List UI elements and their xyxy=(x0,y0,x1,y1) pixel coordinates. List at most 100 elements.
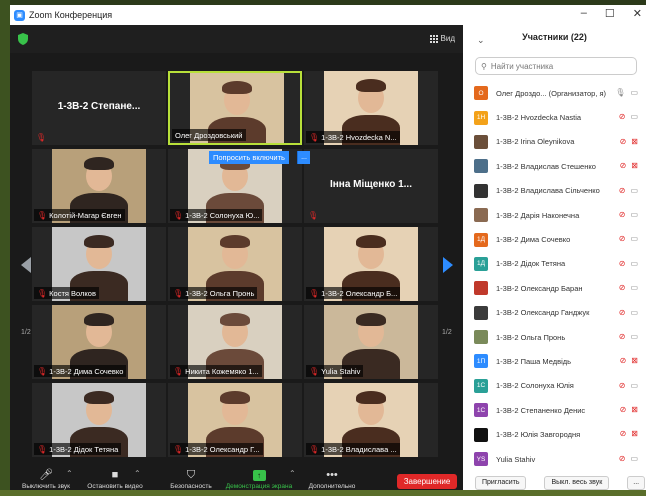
video-tile[interactable]: 🎙︎ 1-3В-2 Ольга Пронь xyxy=(168,227,302,301)
mute-all-button[interactable]: Выкл. весь звук xyxy=(544,475,610,490)
participant-search-input[interactable]: ⚲ Найти участника xyxy=(475,57,637,75)
minimize-icon[interactable]: – xyxy=(581,7,587,20)
camera-icon[interactable]: ▭ xyxy=(630,112,638,121)
participant-avatar xyxy=(474,159,488,174)
next-page-arrow-icon[interactable] xyxy=(442,257,454,273)
participant-status-icons: ⊘ ⊠ xyxy=(620,405,638,414)
microphone-muted-icon[interactable]: ⊘ xyxy=(620,429,627,438)
shield-icon[interactable] xyxy=(18,33,28,45)
camera-icon[interactable]: ▭ xyxy=(630,186,638,195)
video-options-caret-icon[interactable]: ⌃ xyxy=(134,469,141,478)
camera-icon[interactable]: ▭ xyxy=(630,381,638,390)
video-tile[interactable]: 🎙︎ 1-3В-2 Дима Сочевко xyxy=(32,305,166,379)
participant-name: 1-3В-2 Irina Oleynikova xyxy=(496,137,575,147)
participant-row[interactable]: О Олег Дроздо... (Организатор, я) 🎙︎ ▭ xyxy=(463,81,646,105)
camera-icon[interactable]: ▭ xyxy=(630,88,638,97)
previous-page-arrow-icon[interactable] xyxy=(20,257,32,273)
participant-row[interactable]: 1-3В-2 Олександр Ганджук ⊘ ▭ xyxy=(463,301,646,325)
camera-off-icon[interactable]: ⊠ xyxy=(631,137,638,146)
camera-icon[interactable]: ▭ xyxy=(630,332,638,341)
video-tile[interactable]: 🎙︎ 1-3В-2 Олександр Б... xyxy=(304,227,438,301)
participant-row[interactable]: 1П 1-3В-2 Паша Медвідь ⊘ ⊠ xyxy=(463,349,646,373)
participant-row[interactable]: 1-3В-2 Ольга Пронь ⊘ ▭ xyxy=(463,325,646,349)
participants-more-button[interactable]: ... xyxy=(627,475,646,490)
camera-icon[interactable]: ▭ xyxy=(630,234,638,243)
participant-row[interactable]: 1-3В-2 Дарія Наконечна ⊘ ▭ xyxy=(463,203,646,227)
participant-row[interactable]: 1С 1-3В-2 Солонуха Юлія ⊘ ▭ xyxy=(463,374,646,398)
microphone-muted-icon[interactable]: ⊘ xyxy=(619,332,626,341)
share-screen-button[interactable]: ↑ Демонстрация экрана xyxy=(220,465,298,490)
person-hair xyxy=(84,313,114,326)
camera-off-icon[interactable]: ⊠ xyxy=(631,161,638,170)
video-tile[interactable]: 🎙︎ 1-3В-2 Дідок Тетяна xyxy=(32,383,166,457)
microphone-icon[interactable]: 🎙︎ xyxy=(615,88,625,97)
participant-row[interactable]: 1Д 1-3В-2 Дима Сочевко ⊘ ▭ xyxy=(463,227,646,251)
participant-row[interactable]: 1-3В-2 Irina Oleynikova ⊘ ⊠ xyxy=(463,130,646,154)
microphone-muted-icon[interactable]: ⊘ xyxy=(619,283,626,292)
security-button[interactable]: ⛉ Безопасность xyxy=(166,465,216,490)
more-button[interactable]: ••• Дополнительно xyxy=(304,465,360,490)
participant-avatar xyxy=(474,281,488,296)
video-tile[interactable]: 🎙︎ 1-3В-2 Олександр Г... xyxy=(168,383,302,457)
microphone-muted-icon[interactable]: ⊘ xyxy=(620,405,627,414)
camera-icon[interactable]: ▭ xyxy=(630,308,638,317)
video-tile[interactable]: 1-3В-2 Степане... 🎙︎ xyxy=(32,71,166,145)
microphone-muted-icon[interactable]: ⊘ xyxy=(619,454,626,463)
participant-avatar: 1С xyxy=(474,403,488,418)
participants-panel: – ☐ ✕ ⌄ Участники (22) ⚲ Найти участника… xyxy=(463,5,646,490)
microphone-muted-icon[interactable]: ⊘ xyxy=(620,137,627,146)
participant-avatar: 1H xyxy=(474,110,488,125)
participant-name: 1-3В-2 Дідок Тетяна xyxy=(496,259,566,269)
page-indicator-left: 1/2 xyxy=(21,329,31,336)
close-icon[interactable]: ✕ xyxy=(633,7,642,20)
participant-row[interactable]: 1Д 1-3В-2 Дідок Тетяна ⊘ ▭ xyxy=(463,252,646,276)
muted-microphone-icon: 🎙︎ xyxy=(36,133,47,142)
video-tile[interactable]: 🎙︎Олег Дроздовський xyxy=(168,71,302,145)
microphone-muted-icon[interactable]: ⊘ xyxy=(620,161,627,170)
participant-row[interactable]: YS Yulia Stahiv ⊘ ▭ xyxy=(463,447,646,471)
participant-row[interactable]: 1-3В-2 Юлія Завгородня ⊘ ⊠ xyxy=(463,422,646,446)
microphone-muted-icon[interactable]: ⊘ xyxy=(619,381,626,390)
participant-avatar xyxy=(474,330,488,345)
window-controls: – ☐ ✕ xyxy=(581,7,642,20)
participant-row[interactable]: 1-3В-2 Олександр Баран ⊘ ▭ xyxy=(463,276,646,300)
microphone-muted-icon[interactable]: ⊘ xyxy=(619,210,626,219)
video-tile[interactable]: 🎙︎ 1-3В-2 Hvozdecka N... xyxy=(304,71,438,145)
camera-off-icon[interactable]: ⊠ xyxy=(631,405,638,414)
microphone-muted-icon[interactable]: ⊘ xyxy=(619,234,626,243)
microphone-muted-icon[interactable]: ⊘ xyxy=(619,308,626,317)
participant-row[interactable]: 1-3В-2 Владислава Сільченко ⊘ ▭ xyxy=(463,179,646,203)
audio-options-caret-icon[interactable]: ⌃ xyxy=(66,469,73,478)
video-tile[interactable]: 🎙︎ Костя Волков xyxy=(32,227,166,301)
microphone-muted-icon[interactable]: ⊘ xyxy=(620,356,627,365)
camera-icon[interactable]: ▭ xyxy=(630,283,638,292)
participant-row[interactable]: 1С 1-3В-2 Степаненко Денис ⊘ ⊠ xyxy=(463,398,646,422)
video-tile[interactable]: 🎙︎ Yulia Stahiv xyxy=(304,305,438,379)
video-tile[interactable]: 🎙︎ Колотій-Магар Євген xyxy=(32,149,166,223)
ask-to-unmute-button[interactable]: Попросить включить xyxy=(209,151,289,164)
stop-video-button[interactable]: ■ Остановить видео xyxy=(78,465,152,490)
microphone-muted-icon[interactable]: ⊘ xyxy=(619,186,626,195)
video-tile[interactable]: Інна Міщенко 1... 🎙︎ xyxy=(304,149,438,223)
camera-icon[interactable]: ▭ xyxy=(630,454,638,463)
participant-status-icons: ⊘ ▭ xyxy=(619,454,638,463)
microphone-muted-icon[interactable]: ⊘ xyxy=(619,259,626,268)
camera-off-icon[interactable]: ⊠ xyxy=(631,356,638,365)
end-meeting-button[interactable]: Завершение xyxy=(397,474,457,489)
maximize-icon[interactable]: ☐ xyxy=(605,7,615,20)
camera-icon[interactable]: ▭ xyxy=(630,210,638,219)
video-tile[interactable]: 🎙︎ Никита Кожемяко 1... xyxy=(168,305,302,379)
video-tile[interactable]: 🎙︎ 1-3В-2 Владиславa ... xyxy=(304,383,438,457)
participant-status-icons: ⊘ ⊠ xyxy=(620,137,638,146)
share-options-caret-icon[interactable]: ⌃ xyxy=(289,469,296,478)
view-button[interactable]: Вид xyxy=(429,34,455,43)
participant-row[interactable]: 1-3В-2 Владислав Стешенко ⊘ ⊠ xyxy=(463,154,646,178)
invite-button[interactable]: Пригласить xyxy=(475,475,527,490)
camera-off-icon[interactable]: ⊠ xyxy=(631,429,638,438)
microphone-muted-icon[interactable]: ⊘ xyxy=(619,112,626,121)
participant-label: 🎙︎ 1-3В-2 Дідок Тетяна xyxy=(34,443,122,455)
ask-more-options-button[interactable]: ... xyxy=(297,151,310,164)
person-hair xyxy=(220,235,250,248)
participant-row[interactable]: 1H 1-3В-2 Hvozdecka Nastia ⊘ ▭ xyxy=(463,105,646,129)
camera-icon[interactable]: ▭ xyxy=(630,259,638,268)
